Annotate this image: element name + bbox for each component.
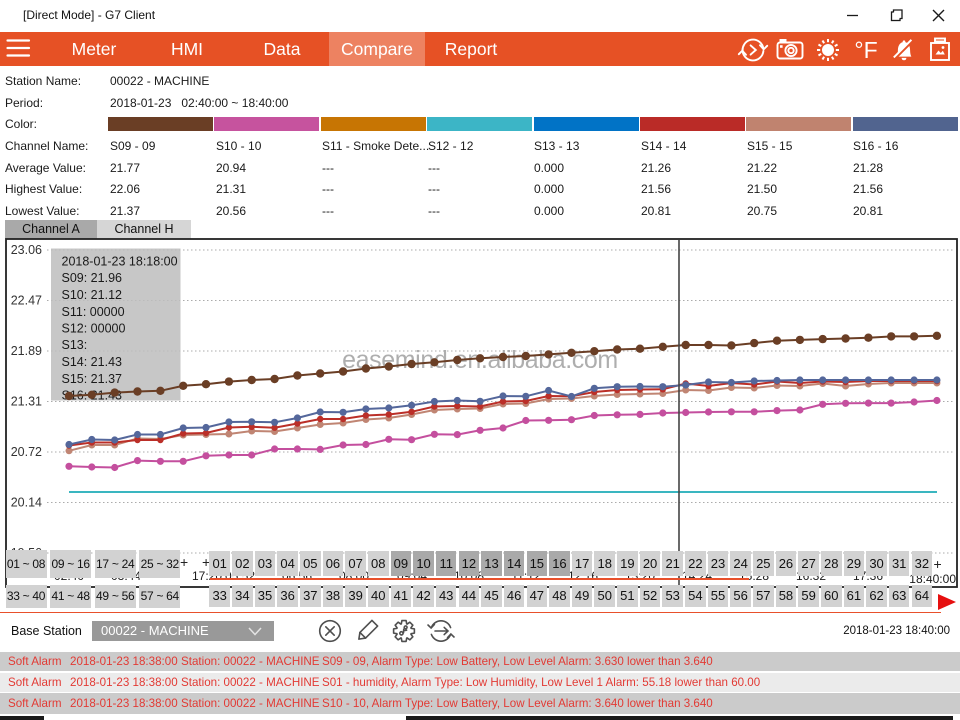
svg-text:21.31: 21.31 xyxy=(11,395,42,409)
svg-text:20.14: 20.14 xyxy=(11,496,42,510)
svg-text:S10: 21.12: S10: 21.12 xyxy=(62,288,123,302)
svg-text:21.89: 21.89 xyxy=(11,344,42,358)
svg-text:S12: 00000: S12: 00000 xyxy=(62,322,126,336)
svg-text:2018-01-23 18:18:00: 2018-01-23 18:18:00 xyxy=(62,255,178,269)
svg-text:S14: 21.43: S14: 21.43 xyxy=(62,355,123,369)
svg-text:S15: 21.37: S15: 21.37 xyxy=(62,372,123,386)
svg-text:S13:: S13: xyxy=(62,338,88,352)
svg-text:S09: 21.96: S09: 21.96 xyxy=(62,271,123,285)
svg-text:22.47: 22.47 xyxy=(11,294,42,308)
svg-text:23.06: 23.06 xyxy=(11,243,42,257)
svg-text:S11: 00000: S11: 00000 xyxy=(62,305,125,319)
svg-text:20.72: 20.72 xyxy=(11,445,42,459)
